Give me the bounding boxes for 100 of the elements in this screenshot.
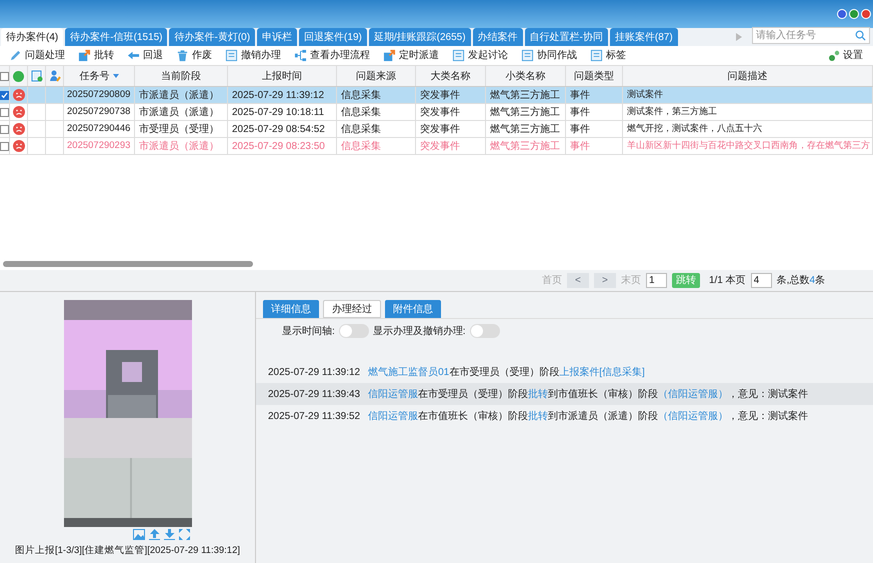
table-cell-text: 突发事件 xyxy=(420,122,460,136)
toolbar-button[interactable]: 撤销办理 xyxy=(225,48,281,63)
toggle-label: 显示时间轴: xyxy=(282,324,335,338)
scrollbar-thumb[interactable] xyxy=(3,261,253,267)
search-icon[interactable] xyxy=(855,30,866,41)
tab[interactable]: 申诉栏 xyxy=(257,28,298,46)
search-input[interactable]: 请输入任务号 xyxy=(756,28,855,43)
table-cell-text: 2025-07-29 08:23:50 xyxy=(232,140,325,154)
toolbar-button[interactable]: 回退 xyxy=(127,48,163,63)
tab[interactable]: 延期/挂账跟踪(2655) xyxy=(368,28,471,46)
play-icon[interactable] xyxy=(736,33,742,41)
photo-caption: 图片上报[1-3/3][住建燃气监管][2025-07-29 11:39:12] xyxy=(15,544,240,558)
table-cell-text: 羊山新区新十四街与百花中路交叉口西南角，存在燃气第三方 xyxy=(627,139,870,152)
form-icon xyxy=(452,49,465,62)
checkbox[interactable] xyxy=(0,90,9,100)
table-row[interactable]: 202507290446 市受理员（受理） 2025-07-29 08:54:52 信息采集 突发事件 燃气第三方施工 事件 燃气开挖，测试案件，八点五十六 xyxy=(0,121,873,138)
table-cell-text: 信息采集 xyxy=(341,122,381,136)
tab[interactable]: 待办案件(4) xyxy=(1,28,64,46)
column-header[interactable]: 问题来源 xyxy=(337,66,416,86)
tab[interactable]: 详细信息 xyxy=(263,300,319,318)
table-cell-text: 2025-07-29 08:54:52 xyxy=(232,122,325,136)
table-row[interactable]: 202507290809 市派遣员（派遣） 2025-07-29 11:39:12 信息采集 突发事件 燃气第三方施工 事件 测试案件 xyxy=(0,87,873,104)
fullscreen-icon[interactable] xyxy=(178,529,190,540)
table-cell-text: 市派遣员（派遣） xyxy=(139,140,219,154)
table-cell-text: 事件 xyxy=(570,106,590,120)
toolbar-button[interactable]: 标签 xyxy=(590,48,626,63)
page-field[interactable]: 1 xyxy=(646,273,667,288)
close-icon[interactable] xyxy=(861,9,871,19)
log-time: 2025-07-29 11:39:12 xyxy=(268,366,360,380)
left-arrow-icon xyxy=(127,49,140,62)
upload-icon[interactable] xyxy=(148,529,160,540)
column-header[interactable]: 任务号 xyxy=(64,66,135,86)
settings-button[interactable]: 设置 xyxy=(828,48,863,63)
toolbar-button[interactable]: 发起讨论 xyxy=(452,48,508,63)
minimize-icon[interactable] xyxy=(849,9,859,19)
page-size-field[interactable]: 4 xyxy=(750,273,772,288)
toolbar-button[interactable]: 查看办理流程 xyxy=(294,48,370,63)
table-cell-text: 燃气第三方施工 xyxy=(490,88,560,102)
column-header[interactable]: 当前阶段 xyxy=(135,66,228,86)
toolbar-button[interactable]: 协同作战 xyxy=(521,48,577,63)
toggle-label: 显示办理及撤销办理: xyxy=(372,324,466,338)
checkbox[interactable] xyxy=(0,124,9,134)
table-cell-text: 燃气第三方施工 xyxy=(490,140,560,154)
tab[interactable]: 挂账案件(87) xyxy=(610,28,678,46)
restore-icon[interactable] xyxy=(837,9,847,19)
column-header[interactable]: 问题描述 xyxy=(623,66,873,86)
tab[interactable]: 待办案件-信班(1515) xyxy=(65,28,168,46)
column-header[interactable]: 上报时间 xyxy=(228,66,337,86)
tab[interactable]: 办理经过 xyxy=(323,300,381,318)
column-header[interactable]: 问题类型 xyxy=(566,66,623,86)
table-cell-text: 市派遣员（派遣） xyxy=(139,106,219,120)
tab[interactable]: 办结案件 xyxy=(472,28,523,46)
share-icon xyxy=(383,49,396,62)
tab[interactable]: 自行处置栏-协同 xyxy=(524,28,608,46)
form-icon xyxy=(225,49,238,62)
column-header[interactable]: 小类名称 xyxy=(486,66,566,86)
previous-page-button[interactable]: < xyxy=(566,273,589,288)
column-header[interactable]: 大类名称 xyxy=(416,66,486,86)
table-row[interactable]: 202507290738 市派遣员（派遣） 2025-07-29 10:18:11 信息采集 突发事件 燃气第三方施工 事件 测试案件，第三方施工 xyxy=(0,104,873,121)
checkbox[interactable] xyxy=(0,108,9,116)
table-cell-text: 燃气第三方施工 xyxy=(490,122,560,136)
sad-face-icon xyxy=(12,140,24,152)
table-cell-text: 信息采集 xyxy=(341,106,381,120)
toolbar-button[interactable]: 问题处理 xyxy=(9,48,65,63)
toggle-switch[interactable] xyxy=(470,324,500,338)
table-cell-text: 信息采集 xyxy=(341,88,381,102)
table-cell-text: 事件 xyxy=(570,88,590,102)
sort-icon xyxy=(112,74,118,78)
table-cell-text: 2025-07-29 11:39:12 xyxy=(232,88,324,102)
table-cell-text: 燃气第三方施工 xyxy=(490,106,560,120)
checkbox[interactable] xyxy=(0,72,9,80)
toggle-switch[interactable] xyxy=(338,324,369,338)
table-cell-text: 202507290293 xyxy=(67,138,130,153)
tab[interactable]: 附件信息 xyxy=(385,300,441,318)
toolbar-button[interactable]: 批转 xyxy=(78,48,114,63)
toolbar-button[interactable]: 定时派遣 xyxy=(383,48,439,63)
search-field[interactable]: 请输入任务号 xyxy=(752,27,870,44)
tab[interactable]: 待办案件-黄灯(0) xyxy=(169,28,256,46)
tab[interactable]: 回退案件(19) xyxy=(299,28,367,46)
download-icon[interactable] xyxy=(164,529,174,540)
image-icon[interactable] xyxy=(132,529,144,540)
toolbar-button[interactable]: 作废 xyxy=(176,48,212,63)
table-cell-text: 测试案件，第三方施工 xyxy=(627,105,717,118)
table-cell-text: 突发事件 xyxy=(420,88,460,102)
form-icon xyxy=(590,49,603,62)
next-page-button[interactable]: > xyxy=(594,273,616,288)
sad-face-icon xyxy=(12,123,24,135)
table-cell-text: 突发事件 xyxy=(420,106,460,120)
sad-face-icon xyxy=(12,89,24,101)
table-cell-text: 事件 xyxy=(570,140,590,154)
table-cell-text: 事件 xyxy=(570,122,590,136)
log-entry: 信阳运管服在市受理员（受理）阶段批转到市值班长（审核）阶段（信阳运管服），意见：测试案件 xyxy=(368,388,808,402)
log-time: 2025-07-29 11:39:43 xyxy=(268,388,360,402)
table-cell-text: 突发事件 xyxy=(420,140,460,154)
checkbox[interactable] xyxy=(0,142,9,150)
log-entry: 信阳运管服在市值班长（审核）阶段批转到市派遣员（派遣）阶段（信阳运管服），意见：测试案件 xyxy=(368,410,808,424)
share-icon xyxy=(78,49,91,62)
table-cell-text: 测试案件 xyxy=(627,88,663,102)
log-time: 2025-07-29 11:39:52 xyxy=(268,410,360,424)
table-cell-text: 市受理员（受理） xyxy=(139,122,219,136)
